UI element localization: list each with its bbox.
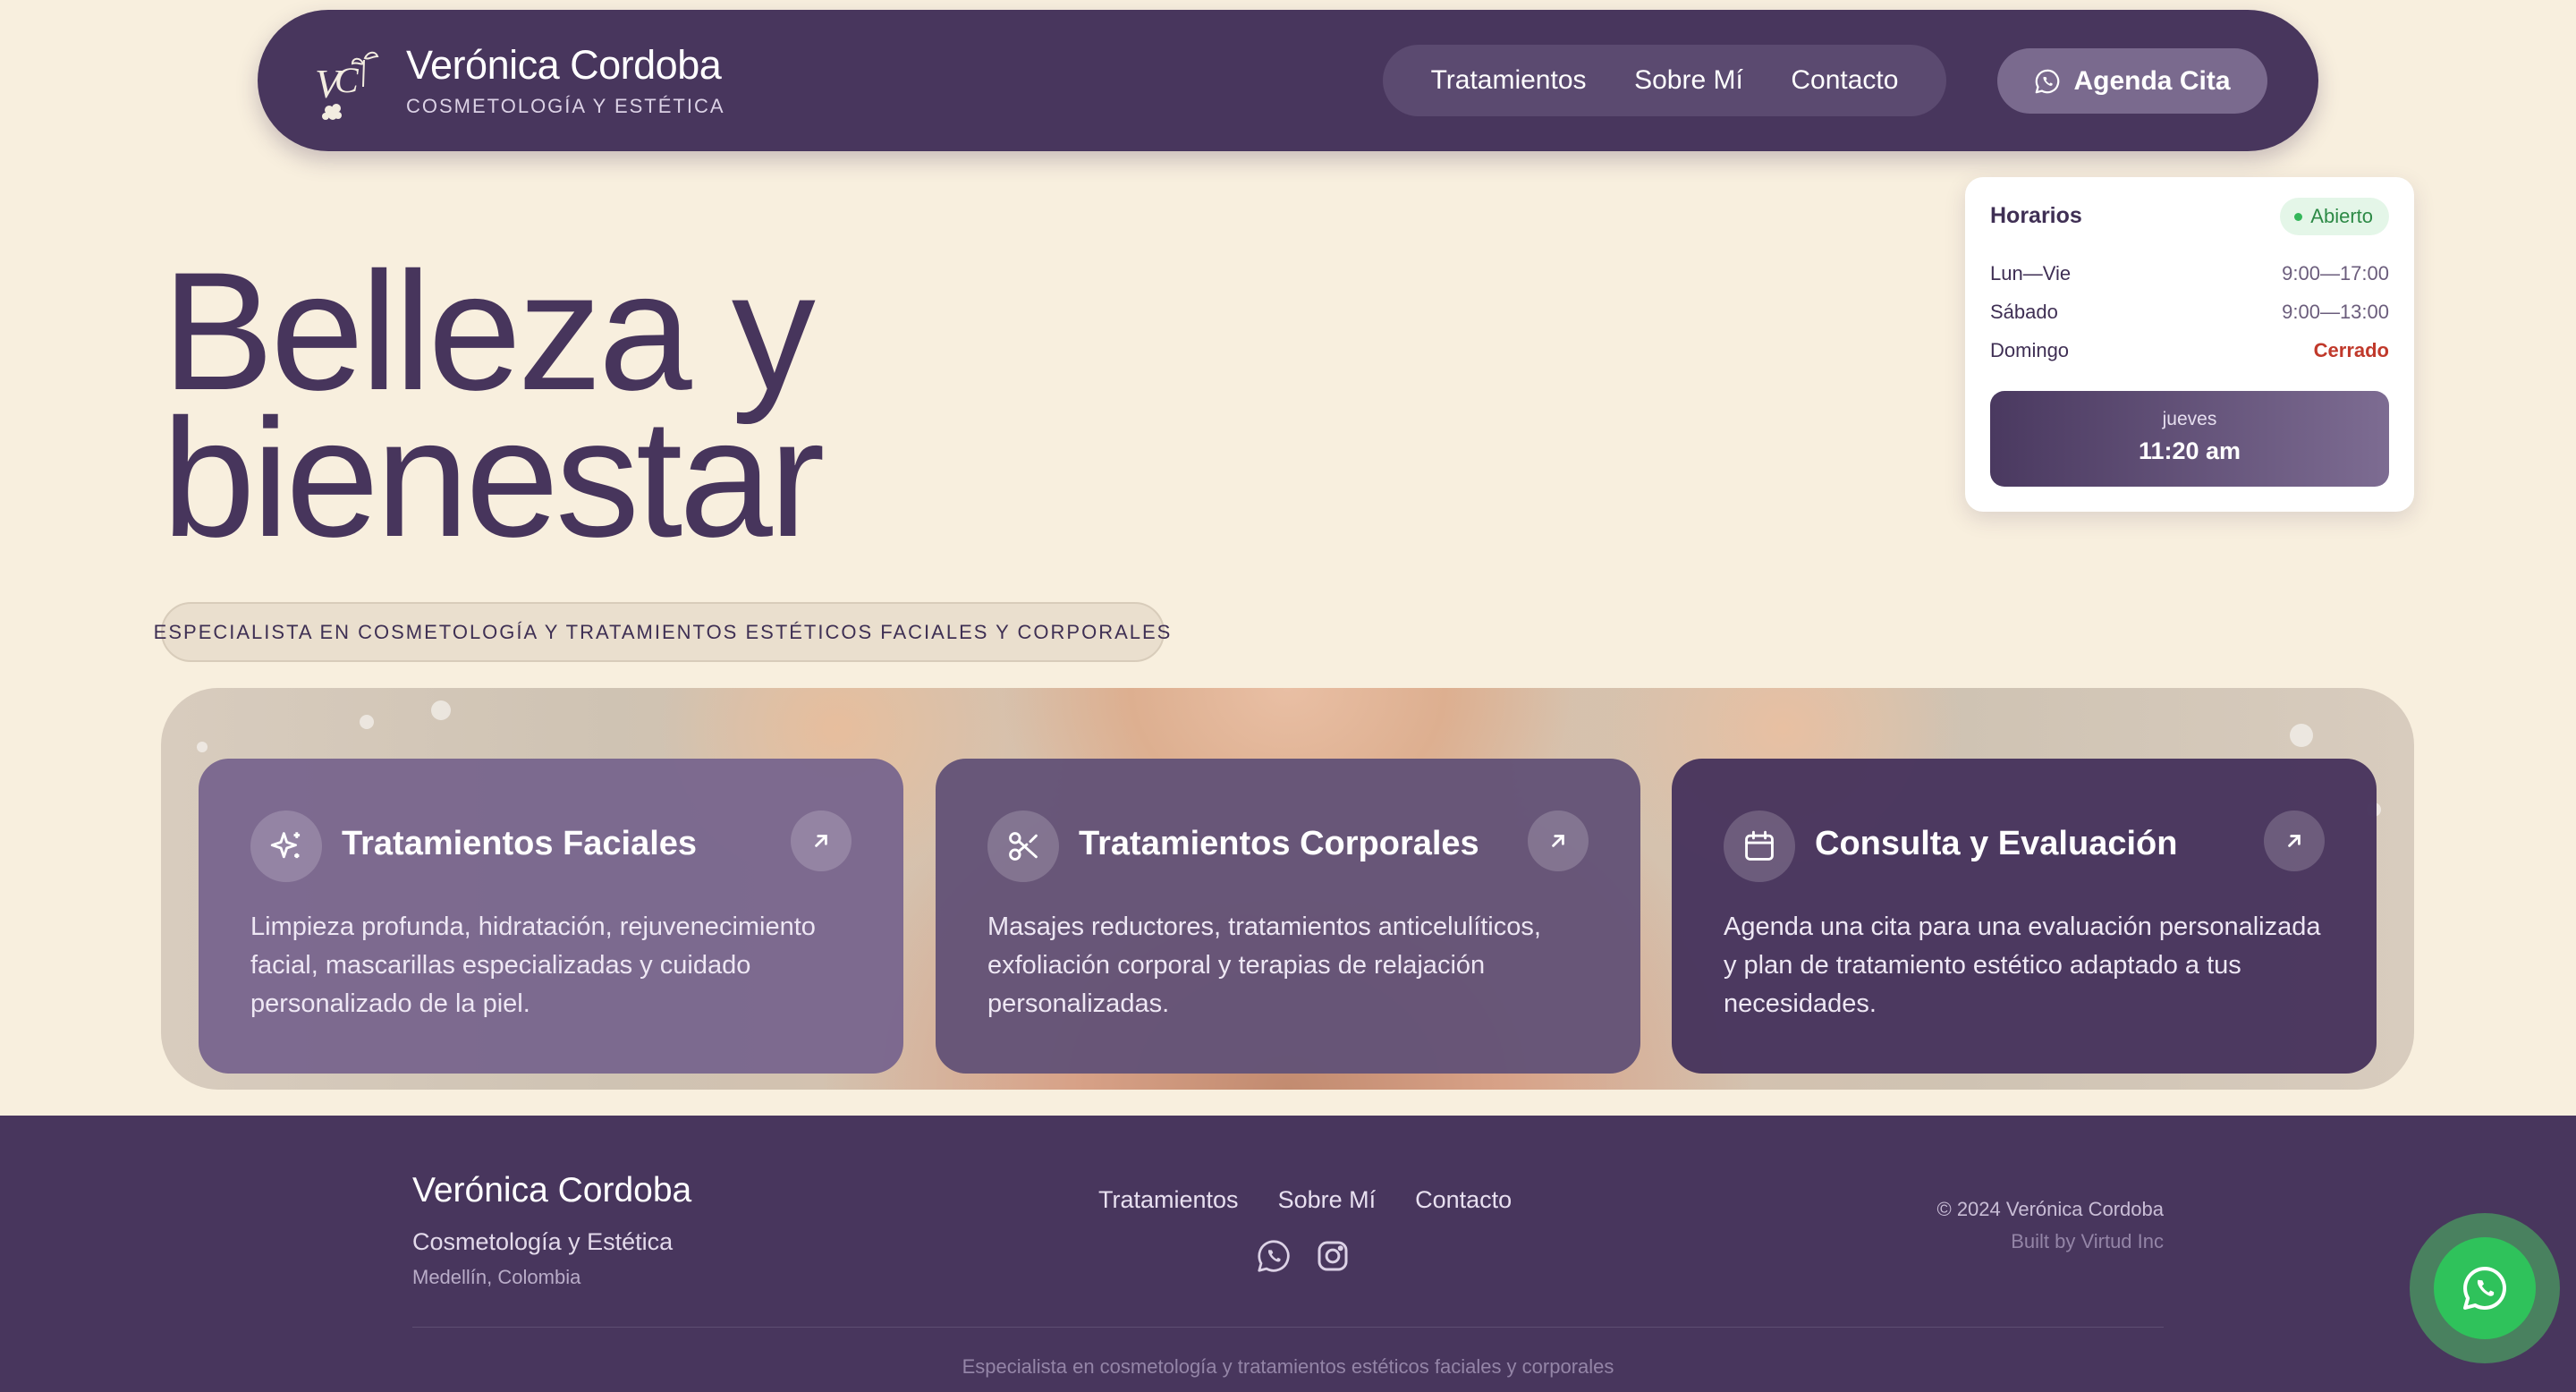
book-appointment-button[interactable]: Agenda Cita — [1997, 48, 2267, 114]
service-card-facial[interactable]: Tratamientos Faciales Limpieza profunda,… — [199, 759, 903, 1074]
brand-subtitle: COSMETOLOGÍA Y ESTÉTICA — [406, 95, 725, 117]
service-card-consultation[interactable]: Consulta y Evaluación Agenda una cita pa… — [1672, 759, 2377, 1074]
service-title: Consulta y Evaluación — [1815, 825, 2178, 862]
specialty-tag: ESPECIALISTA EN COSMETOLOGÍA Y TRATAMIEN… — [154, 602, 1170, 662]
whatsapp-float-button[interactable] — [2410, 1213, 2560, 1363]
service-title: Tratamientos Corporales — [1079, 825, 1479, 862]
opening-hours-card: Horarios Abierto Lun—Vie 9:00—17:00 Sába… — [1965, 177, 2414, 512]
whatsapp-icon — [2036, 69, 2060, 93]
footer-divider — [412, 1327, 2164, 1328]
hours-row: Lun—Vie 9:00—17:00 — [1990, 262, 2389, 285]
scissors-icon — [987, 811, 1059, 882]
hero-title-line-2: bienestar — [162, 384, 825, 572]
whatsapp-icon — [2463, 1267, 2507, 1310]
footer-subtitle: Cosmetología y Estética — [412, 1228, 674, 1255]
arrow-up-right-icon[interactable] — [791, 811, 852, 871]
footer-link-contacto[interactable]: Contacto — [1415, 1186, 1512, 1214]
footer-link-sobre-mi[interactable]: Sobre Mí — [1278, 1186, 1377, 1214]
service-description: Agenda una cita para una evaluación pers… — [1724, 912, 2321, 1018]
footer-link-tratamientos[interactable]: Tratamientos — [1098, 1186, 1239, 1214]
footer-nav: Tratamientos Sobre Mí Contacto — [1098, 1186, 1512, 1214]
book-appointment-label: Agenda Cita — [2073, 65, 2231, 96]
open-status-badge: Abierto — [2280, 198, 2389, 235]
water-droplet — [360, 715, 374, 729]
whatsapp-icon[interactable] — [1254, 1236, 1293, 1276]
current-time: 11:20 am — [2138, 437, 2241, 464]
hours-time-closed: Cerrado — [2313, 339, 2389, 361]
service-description: Limpieza profunda, hidratación, rejuvene… — [250, 912, 816, 1018]
arrow-up-right-icon[interactable] — [2264, 811, 2325, 871]
current-day: jueves — [2162, 409, 2217, 429]
instagram-icon[interactable] — [1313, 1236, 1352, 1276]
service-title: Tratamientos Faciales — [342, 825, 698, 862]
built-by-link[interactable]: Built by Virtud Inc — [2011, 1230, 2164, 1253]
current-time-panel: jueves 11:20 am — [1990, 391, 2389, 487]
calendar-icon — [1724, 811, 1795, 882]
nav-link-sobre-mi[interactable]: Sobre Mí — [1634, 65, 1743, 96]
nav-link-tratamientos[interactable]: Tratamientos — [1431, 65, 1587, 96]
hours-title: Horarios — [1990, 203, 2082, 228]
main-nav: Tratamientos Sobre Mí Contacto — [1383, 45, 1946, 116]
hours-day: Sábado — [1990, 301, 2058, 323]
service-card-body[interactable]: Tratamientos Corporales Masajes reductor… — [936, 759, 1640, 1074]
hours-time: 9:00—13:00 — [2282, 301, 2389, 323]
footer-brand-name: Verónica Cordoba — [412, 1171, 692, 1210]
water-droplet — [197, 742, 208, 752]
water-droplet — [2290, 724, 2313, 747]
hours-time: 9:00—17:00 — [2282, 262, 2389, 284]
service-description: Masajes reductores, tratamientos anticel… — [987, 912, 1541, 1018]
copyright: © 2024 Verónica Cordoba — [1936, 1198, 2165, 1220]
svg-text:C: C — [335, 60, 360, 100]
arrow-up-right-icon[interactable] — [1528, 811, 1589, 871]
footer-location: Medellín, Colombia — [412, 1266, 581, 1288]
hours-row: Sábado 9:00—13:00 — [1990, 301, 2389, 324]
hours-day: Lun—Vie — [1990, 262, 2072, 284]
social-links — [1254, 1236, 1352, 1276]
sparkles-icon — [250, 811, 322, 882]
services-section: Tratamientos Faciales Limpieza profunda,… — [161, 688, 2414, 1090]
site-footer: Verónica Cordoba Cosmetología y Estética… — [0, 1116, 2576, 1392]
hours-day: Domingo — [1990, 339, 2070, 361]
nav-link-contacto[interactable]: Contacto — [1791, 65, 1898, 96]
water-droplet — [431, 700, 451, 720]
logo-monogram-icon[interactable]: V C — [313, 46, 388, 121]
site-header: V C Verónica Cordoba COSMETOLOGÍA Y ESTÉ… — [258, 10, 2318, 151]
brand-name[interactable]: Verónica Cordoba — [406, 42, 722, 89]
hours-row: Domingo Cerrado — [1990, 339, 2389, 362]
footer-tagline: Especialista en cosmetología y tratamien… — [962, 1355, 1614, 1378]
whatsapp-float-inner — [2434, 1237, 2536, 1339]
hero-title: Belleza y bienestar — [162, 247, 825, 562]
